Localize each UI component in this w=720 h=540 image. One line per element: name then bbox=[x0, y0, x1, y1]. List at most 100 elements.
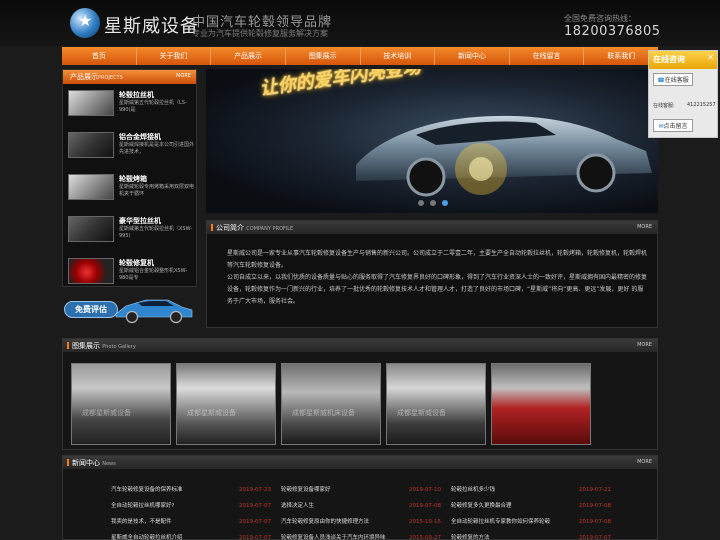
news-item-date: 2019-07-10 bbox=[409, 487, 441, 493]
product-title[interactable]: 轮毂烤箱 bbox=[119, 174, 147, 184]
products-more-link[interactable]: MORE bbox=[176, 73, 191, 79]
section-marker bbox=[211, 224, 213, 231]
news-item-title[interactable]: 全自动轮毂拉丝机专家教你如何保养轮毂 bbox=[451, 514, 550, 530]
news-row[interactable]: 汽车轮毂修复设备的保养标准 2019-07-23 bbox=[111, 482, 271, 498]
product-image[interactable] bbox=[68, 258, 114, 284]
gallery-item[interactable]: 成都星斯威设备 bbox=[71, 363, 171, 445]
products-title: 产品展示PROJECTS bbox=[70, 73, 123, 81]
product-title[interactable]: 轮毂修复机 bbox=[119, 258, 154, 268]
news-item-date: 2019-07-23 bbox=[239, 487, 271, 493]
news-row[interactable]: 汽车轮毂修复原由你的快捷修理方法 2015-10-15 bbox=[281, 514, 441, 530]
news-column: 轮毂修复设备哪家好 2019-07-10 选择决定人生 2019-07-08 汽车轮… bbox=[281, 482, 451, 540]
product-title[interactable]: 轮毂拉丝机 bbox=[119, 90, 154, 100]
product-desc: 星斯威第五代轮毂拉丝机（XSW-995) bbox=[119, 226, 193, 239]
news-item-title[interactable]: 选择决定人生 bbox=[281, 498, 314, 514]
news-item-date: 2019-07-07 bbox=[579, 535, 611, 540]
section-marker bbox=[67, 342, 69, 349]
product-desc: 星斯威焊接机是是本公司引进国外先进技术， bbox=[119, 142, 195, 155]
close-icon[interactable]: ✕ bbox=[707, 53, 714, 62]
product-desc: 星斯威轮毂专用烤箱采用双层双电机夹干循环 bbox=[119, 184, 195, 197]
gallery-item[interactable]: 成都星斯威设备 bbox=[176, 363, 276, 445]
nav-item-home[interactable]: 首页 bbox=[62, 47, 137, 65]
news-row[interactable]: 选择决定人生 2019-07-08 bbox=[281, 498, 441, 514]
chat-qq-label: 在线客服: bbox=[653, 103, 675, 109]
nav-item-training[interactable]: 技术培训 bbox=[361, 47, 436, 65]
news-item-date: 2019-07-08 bbox=[579, 503, 611, 509]
news-subtitle: News bbox=[102, 461, 116, 467]
news-item-date: 2019-07-07 bbox=[239, 503, 271, 509]
news-item-date: 2019-07-21 bbox=[579, 487, 611, 493]
nav-item-news[interactable]: 新闻中心 bbox=[435, 47, 510, 65]
product-image[interactable] bbox=[68, 132, 114, 158]
news-item-date: 2015-10-15 bbox=[409, 519, 441, 525]
news-item-title[interactable]: 轮毂修复设备哪家好 bbox=[281, 482, 331, 498]
news-row[interactable]: 我卖的是技术，不是配件 2019-07-07 bbox=[111, 514, 271, 530]
news-item-title[interactable]: 轮毂拉丝机多少钱 bbox=[451, 482, 495, 498]
nav-item-gallery[interactable]: 图集展示 bbox=[286, 47, 361, 65]
banner-dot[interactable] bbox=[430, 200, 436, 206]
product-item[interactable]: 轮毂拉丝机 星斯威第五代轮毂拉丝机（LS-990)是 bbox=[67, 88, 195, 124]
products-panel: 产品展示PROJECTS MORE 轮毂拉丝机 星斯威第五代轮毂拉丝机（LS-9… bbox=[62, 69, 197, 287]
free-evaluation-button[interactable]: 免费评估 bbox=[64, 301, 118, 318]
news-row[interactable]: 全自动轮毂拉丝机专家教你如何保养轮毂 2019-07-08 bbox=[451, 514, 611, 530]
product-image[interactable] bbox=[68, 90, 114, 116]
about-more-link[interactable]: MORE bbox=[637, 224, 652, 230]
nav-item-about[interactable]: 关于我们 bbox=[137, 47, 212, 65]
news-item-title[interactable]: 轮毂修复多久更换最合理 bbox=[451, 498, 512, 514]
chat-service-button[interactable]: ☎在线客服 bbox=[653, 73, 693, 86]
news-item-title[interactable]: 汽车轮毂修复设备的保养标准 bbox=[111, 482, 183, 498]
chat-message-button[interactable]: ✉点击留言 bbox=[653, 119, 693, 132]
nav-item-message[interactable]: 在线留言 bbox=[510, 47, 585, 65]
product-title[interactable]: 豪华型拉丝机 bbox=[119, 216, 161, 226]
gallery-watermark: 成都星斯威设备 bbox=[82, 409, 131, 417]
news-row[interactable]: 全自动轮毂拉丝机哪家好? 2019-07-07 bbox=[111, 498, 271, 514]
product-item[interactable]: 铝合金焊接机 星斯威焊接机是是本公司引进国外先进技术， bbox=[67, 130, 195, 166]
gallery-item[interactable]: 成都星斯威机床设备 bbox=[281, 363, 381, 445]
about-subtitle: COMPANY PROFILE bbox=[246, 226, 294, 232]
news-more-link[interactable]: MORE bbox=[637, 459, 652, 465]
product-item[interactable]: 轮毂烤箱 星斯威轮毂专用烤箱采用双层双电机夹干循环 bbox=[67, 172, 195, 208]
news-column: 汽车轮毂修复设备的保养标准 2019-07-23 全自动轮毂拉丝机哪家好? 2019… bbox=[111, 482, 281, 540]
gallery-item[interactable]: 成都星斯威设备 bbox=[386, 363, 486, 445]
hero-banner[interactable]: 让你的爱车闪亮登场 bbox=[206, 69, 658, 213]
products-subtitle: PROJECTS bbox=[98, 75, 123, 81]
product-item[interactable]: 豪华型拉丝机 星斯威第五代轮毂拉丝机（XSW-995) bbox=[67, 214, 195, 250]
product-item[interactable]: 轮毂修复机 星斯威铝合金轮毂整形机XSW-980是专 bbox=[67, 256, 195, 292]
chat-qq-number: 412215257 bbox=[687, 102, 716, 108]
banner-dot[interactable] bbox=[418, 200, 424, 206]
news-item-title[interactable]: 汽车轮毂修复原由你的快捷修理方法 bbox=[281, 514, 369, 530]
about-title: 公司简介 COMPANY PROFILE bbox=[216, 224, 294, 232]
logo-text[interactable]: 星斯威设备 bbox=[104, 12, 199, 38]
news-item-title[interactable]: 轮毂修复的方法 bbox=[451, 530, 490, 540]
hotline-number: 18200376805 bbox=[564, 24, 661, 39]
nav-item-products[interactable]: 产品展示 bbox=[211, 47, 286, 65]
news-item-title[interactable]: 轮毂修复设备人员浅谈关于汽车内环境异味 bbox=[281, 530, 386, 540]
news-row[interactable]: 轮毂修复的方法 2019-07-07 bbox=[451, 530, 611, 540]
nav-item-contact[interactable]: 联系我们 bbox=[584, 47, 658, 65]
news-row[interactable]: 星斯威全自动轮毂拉丝机介绍 2019-07-07 bbox=[111, 530, 271, 540]
news-item-date: 2019-07-07 bbox=[239, 519, 271, 525]
news-item-title[interactable]: 我卖的是技术，不是配件 bbox=[111, 514, 172, 530]
headset-icon: ☎ bbox=[657, 77, 665, 84]
gallery-watermark: 成都星斯威设备 bbox=[397, 409, 446, 417]
gallery-more-link[interactable]: MORE bbox=[637, 342, 652, 348]
product-desc: 星斯威铝合金轮毂整形机XSW-980是专 bbox=[119, 268, 188, 281]
news-row[interactable]: 轮毂修复设备人员浅谈关于汽车内环境异味 2015-09-27 bbox=[281, 530, 441, 540]
gallery-header: 图集展示 Photo Gallery MORE bbox=[63, 339, 657, 352]
news-item-title[interactable]: 星斯威全自动轮毂拉丝机介绍 bbox=[111, 530, 183, 540]
news-row[interactable]: 轮毂修复多久更换最合理 2019-07-08 bbox=[451, 498, 611, 514]
product-image[interactable] bbox=[68, 174, 114, 200]
about-paragraph: 星斯威公司是一家专业从事汽车轮毂修复设备生产与销售的新兴公司。公司成立于二零壹二… bbox=[227, 250, 648, 269]
hotline-label: 全国免费咨询热线： bbox=[564, 14, 636, 23]
news-columns: 汽车轮毂修复设备的保养标准 2019-07-23 全自动轮毂拉丝机哪家好? 2019… bbox=[111, 482, 621, 540]
news-row[interactable]: 轮毂拉丝机多少钱 2019-07-21 bbox=[451, 482, 611, 498]
news-row[interactable]: 轮毂修复设备哪家好 2019-07-10 bbox=[281, 482, 441, 498]
free-evaluation-banner[interactable]: 免费评估 bbox=[62, 290, 197, 326]
product-image[interactable] bbox=[68, 216, 114, 242]
section-marker bbox=[67, 459, 69, 466]
news-item-title[interactable]: 全自动轮毂拉丝机哪家好? bbox=[111, 498, 174, 514]
product-title[interactable]: 铝合金焊接机 bbox=[119, 132, 161, 142]
about-paragraph: 公司自成立以来，以我们优质的设备质量与贴心的服务取得了汽车修复界良好的口碑形象，… bbox=[227, 274, 648, 305]
gallery-item[interactable] bbox=[491, 363, 591, 445]
banner-dot-active[interactable] bbox=[442, 200, 448, 206]
